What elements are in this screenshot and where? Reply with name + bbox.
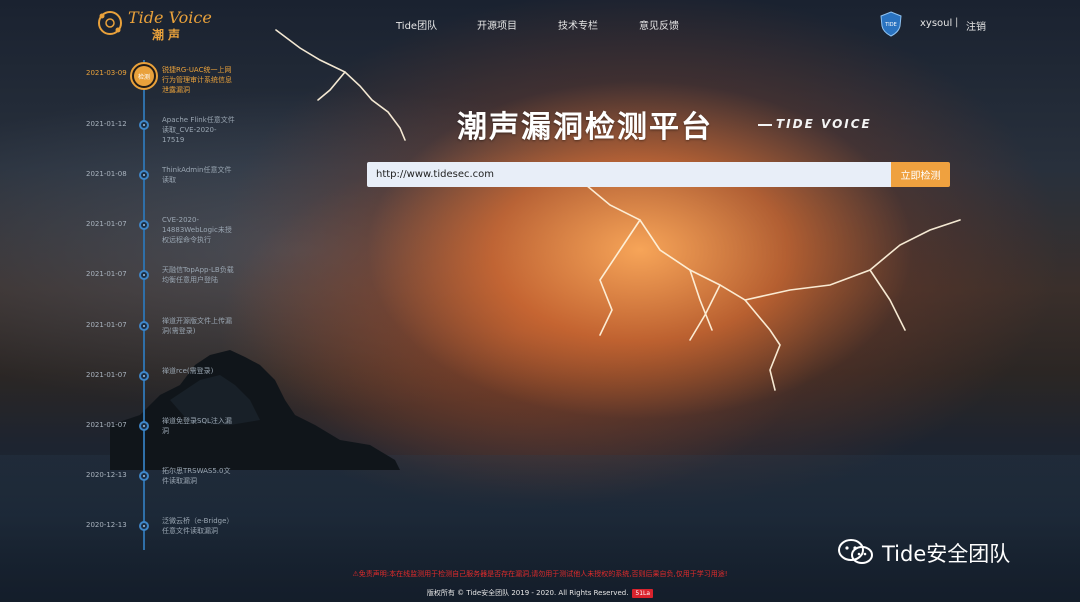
timeline-date: 2021-01-07 — [86, 421, 127, 429]
copyright-footer: 版权所有 © Tide安全团队 2019 - 2020. All Rights … — [0, 588, 1080, 598]
timeline-item[interactable]: 2021-03-09 检测 锐捷RG-UAC统一上网行为管理审计系统信息泄露漏洞 — [0, 62, 250, 112]
disclaimer-text: ⚠免责声明:本在线监测用于检测自己服务器是否存在漏洞,请勿用于测试他人未授权的系… — [352, 570, 728, 578]
watermark-text: Tide安全团队 — [882, 542, 1011, 566]
timeline-date: 2021-01-07 — [86, 371, 127, 379]
timeline-item[interactable]: 2021-01-07 天融信TopApp-LB负载均衡任意用户登陆 — [0, 264, 250, 314]
detect-badge-label: 检测 — [134, 66, 154, 86]
url-input[interactable] — [367, 162, 891, 187]
timeline-title[interactable]: 泛微云桥（e-Bridge）任意文件读取漏洞 — [162, 516, 236, 536]
nav-tech-column[interactable]: 技术专栏 — [558, 17, 598, 32]
wechat-icon — [838, 539, 873, 564]
username[interactable]: xysoul — [920, 18, 952, 29]
timeline-title[interactable]: 禅道开源版文件上传漏洞(需登录) — [162, 316, 236, 336]
timeline-dot-icon — [139, 170, 149, 180]
title-dash — [758, 124, 772, 126]
timeline-item[interactable]: 2020-12-13 拓尔思TRSWAS5.0文件读取漏洞 — [0, 465, 250, 515]
nav-open-source[interactable]: 开源项目 — [477, 17, 517, 32]
detect-badge[interactable]: 检测 — [130, 62, 158, 90]
user-separator: | — [955, 17, 959, 28]
timeline-item[interactable]: 2021-01-08 ThinkAdmin任意文件读取 — [0, 164, 250, 214]
timeline-title[interactable]: 拓尔思TRSWAS5.0文件读取漏洞 — [162, 466, 236, 486]
shield-label: TIDE — [884, 22, 897, 28]
51la-badge[interactable]: 51La — [632, 589, 654, 598]
top-navbar: Tide Voice 潮声 Tide团队 开源项目 技术专栏 意见反馈 TIDE… — [0, 0, 1080, 48]
nav-feedback[interactable]: 意见反馈 — [639, 17, 679, 32]
timeline-dot-icon — [139, 471, 149, 481]
timeline-dot-icon — [139, 421, 149, 431]
timeline-item[interactable]: 2021-01-07 禅道免登录SQL注入漏洞 — [0, 415, 250, 465]
copyright-text: 版权所有 © Tide安全团队 2019 - 2020. All Rights … — [426, 589, 629, 597]
timeline-date: 2021-01-08 — [86, 170, 127, 178]
logout-link[interactable]: 注销 — [966, 18, 986, 33]
timeline-title[interactable]: 天融信TopApp-LB负载均衡任意用户登陆 — [162, 265, 236, 285]
timeline-item[interactable]: 2021-01-07 禅道开源版文件上传漏洞(需登录) — [0, 315, 250, 365]
timeline-date: 2021-01-07 — [86, 270, 127, 278]
timeline-item[interactable]: 2021-01-07 禅道rce(需登录) — [0, 365, 250, 415]
timeline-title[interactable]: CVE-2020-14883WebLogic未授权远程命令执行 — [162, 215, 236, 245]
timeline-title[interactable]: ThinkAdmin任意文件读取 — [162, 165, 236, 185]
timeline-date: 2021-01-07 — [86, 321, 127, 329]
timeline-date: 2020-12-13 — [86, 521, 127, 529]
tide-voice-logo[interactable]: Tide Voice 潮声 — [96, 8, 212, 42]
timeline-date: 2020-12-13 — [86, 471, 127, 479]
timeline-dot-icon — [139, 270, 149, 280]
timeline-title[interactable]: 禅道rce(需登录) — [162, 366, 236, 376]
detect-now-button[interactable]: 立即检测 — [891, 162, 950, 187]
timeline-dot-icon — [139, 371, 149, 381]
timeline-dot-icon — [139, 220, 149, 230]
logo-mark-icon — [98, 11, 122, 35]
timeline-title[interactable]: Apache Flink任意文件读取_CVE-2020-17519 — [162, 115, 236, 145]
page-title: 潮声漏洞检测平台 — [457, 110, 713, 145]
timeline-item[interactable]: 2021-01-07 CVE-2020-14883WebLogic未授权远程命令… — [0, 214, 250, 264]
logo-title: Tide Voice — [128, 8, 212, 27]
timeline-title[interactable]: 禅道免登录SQL注入漏洞 — [162, 416, 236, 436]
timeline-date: 2021-01-07 — [86, 220, 127, 228]
nav-tide-team[interactable]: Tide团队 — [396, 17, 437, 32]
timeline-item[interactable]: 2021-01-12 Apache Flink任意文件读取_CVE-2020-1… — [0, 114, 250, 164]
wechat-watermark: Tide安全团队 — [836, 538, 1056, 568]
timeline-dot-icon — [139, 321, 149, 331]
timeline-title[interactable]: 锐捷RG-UAC统一上网行为管理审计系统信息泄露漏洞 — [162, 65, 236, 95]
timeline-dot-icon — [139, 521, 149, 531]
page-subtitle: TIDE VOICE — [776, 117, 872, 131]
timeline-date: 2021-01-12 — [86, 120, 127, 128]
timeline-dot-icon — [139, 120, 149, 130]
timeline-item[interactable]: 2020-12-13 泛微云桥（e-Bridge）任意文件读取漏洞 — [0, 515, 250, 565]
tide-shield-icon: TIDE — [880, 11, 902, 37]
logo-subtitle: 潮声 — [152, 28, 185, 42]
